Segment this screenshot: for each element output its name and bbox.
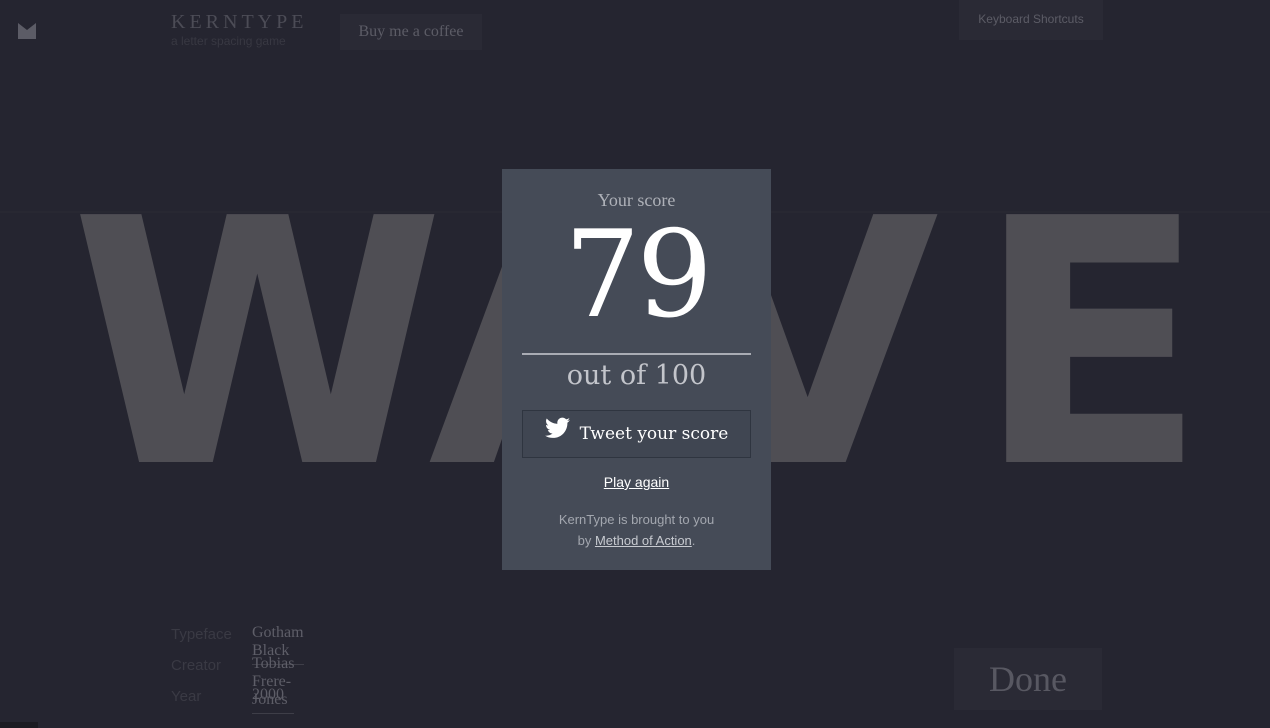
year-value: 2000 xyxy=(252,686,284,703)
credit-line-1: KernType is brought to you xyxy=(558,512,715,527)
twitter-bird-icon xyxy=(544,411,570,457)
score-value: 79 xyxy=(564,206,713,345)
tweet-score-button[interactable]: Tweet your score xyxy=(522,410,751,458)
score-divider xyxy=(522,353,751,355)
score-total: out of 100 xyxy=(566,360,707,391)
play-again-link[interactable]: Play again xyxy=(502,474,771,490)
score-panel: Your score 79 out of 100 Tweet your scor… xyxy=(502,169,771,570)
credit-end: . xyxy=(691,533,696,548)
done-button[interactable]: Done xyxy=(954,648,1102,710)
credit-by: by xyxy=(577,533,595,548)
corner-tab xyxy=(0,722,38,728)
year-label: Year xyxy=(171,688,202,705)
credit-text: KernType is brought to you by Method of … xyxy=(502,509,771,551)
tweet-label: Tweet your score xyxy=(579,424,729,444)
letter-w[interactable]: W xyxy=(70,147,445,543)
creator-label: Creator xyxy=(171,657,222,674)
credit-line-2: by Method of Action. xyxy=(502,530,771,551)
typeface-label: Typeface xyxy=(171,626,232,643)
method-of-action-link[interactable]: Method of Action xyxy=(595,533,692,548)
letter-e[interactable]: E xyxy=(975,147,1207,543)
